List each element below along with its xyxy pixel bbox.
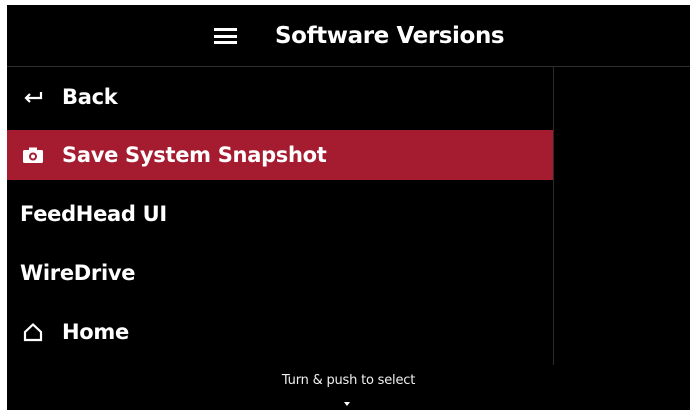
menu-list: Back Save System Snapshot FeedHead UI Wi… — [7, 67, 553, 365]
menu-item-wiredrive[interactable]: WireDrive — [7, 248, 553, 298]
menu-item-label: Home — [62, 320, 129, 344]
menu-item-home[interactable]: Home — [7, 307, 553, 357]
menu-item-label: Save System Snapshot — [62, 143, 327, 167]
menu-item-label: WireDrive — [20, 261, 136, 285]
back-arrow-icon — [24, 92, 43, 103]
menu-item-label: Back — [62, 85, 118, 109]
page-title: Software Versions — [275, 23, 505, 49]
caret-down-icon — [344, 402, 350, 406]
menu-item-back[interactable]: Back — [7, 72, 553, 122]
home-icon — [23, 322, 43, 342]
footer-hint: Turn & push to select — [281, 373, 416, 388]
header-bar: Software Versions — [7, 5, 690, 67]
menu-item-feedhead-ui[interactable]: FeedHead UI — [7, 189, 553, 239]
menu-item-label: FeedHead UI — [20, 202, 167, 226]
list-divider — [553, 67, 554, 365]
camera-icon — [23, 147, 43, 163]
menu-item-save-system-snapshot[interactable]: Save System Snapshot — [7, 130, 553, 180]
hamburger-menu-icon[interactable] — [214, 28, 237, 44]
device-screen: Software Versions Back Save System Snaps… — [7, 5, 690, 410]
